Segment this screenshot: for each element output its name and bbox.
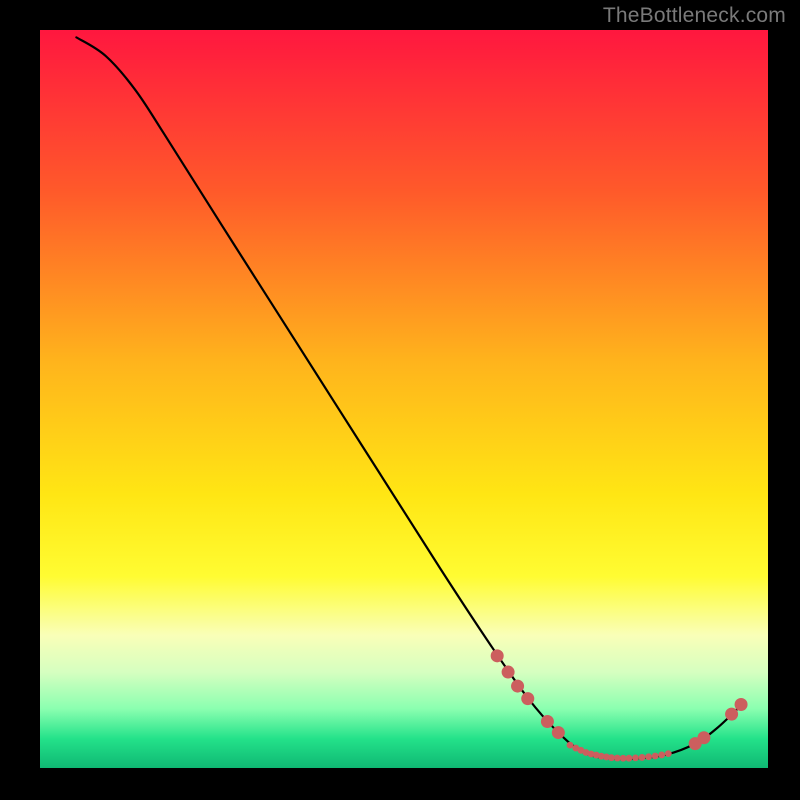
bottleneck-chart: [0, 0, 800, 800]
data-marker: [552, 726, 565, 739]
data-marker-small: [567, 742, 574, 749]
data-marker-small: [645, 753, 652, 760]
data-marker: [541, 715, 554, 728]
data-marker-small: [620, 755, 627, 762]
data-marker-small: [665, 750, 672, 757]
data-marker: [491, 649, 504, 662]
data-marker-small: [639, 754, 646, 761]
data-marker: [521, 692, 534, 705]
data-marker-small: [658, 752, 665, 759]
watermark-text: TheBottleneck.com: [603, 4, 786, 28]
data-marker: [511, 680, 524, 693]
data-marker: [502, 666, 515, 679]
data-marker-small: [626, 755, 633, 762]
data-marker: [735, 698, 748, 711]
chart-frame: TheBottleneck.com: [0, 0, 800, 800]
data-marker-small: [608, 754, 615, 761]
data-marker-small: [614, 755, 621, 762]
data-marker-small: [652, 753, 659, 760]
gradient-background: [40, 30, 768, 768]
data-marker: [697, 731, 710, 744]
data-marker: [725, 708, 738, 721]
data-marker-small: [632, 754, 639, 761]
